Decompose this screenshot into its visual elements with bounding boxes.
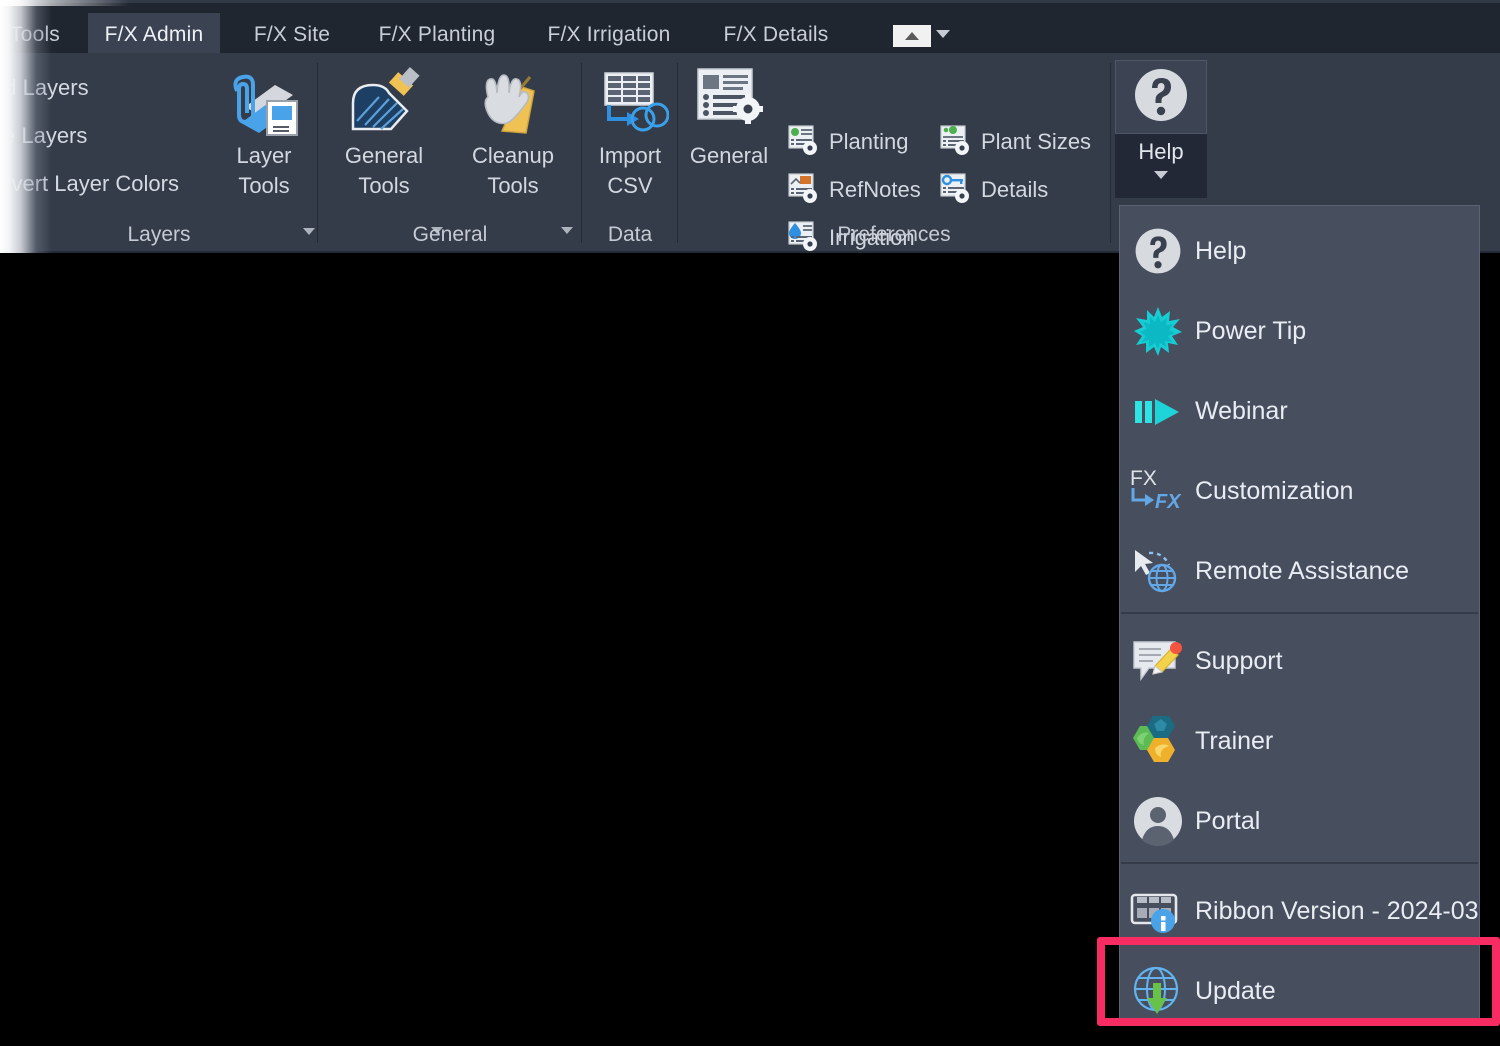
tab-fx-details[interactable]: F/X Details bbox=[706, 13, 846, 56]
menu-item-support[interactable]: Support bbox=[1121, 621, 1478, 701]
button-label: Cleanup Tools bbox=[472, 143, 554, 198]
tab-label: F/X Site bbox=[253, 22, 331, 46]
fx-customization-icon: FX FX bbox=[1121, 466, 1195, 516]
panel-title: General bbox=[412, 223, 488, 246]
menu-item-power-tip[interactable]: Power Tip bbox=[1121, 291, 1478, 371]
button-label: RefNotes bbox=[829, 177, 921, 202]
panel-preferences: General Planting Plant Sizes RefNotes De… bbox=[678, 53, 1110, 253]
plant-sizes-prefs-icon bbox=[938, 123, 972, 162]
help-button-label-area[interactable]: Help bbox=[1115, 134, 1207, 198]
panel-title: Layers bbox=[127, 223, 191, 246]
menu-item-label: Ribbon Version - 2024-03 bbox=[1195, 896, 1479, 925]
menu-item-remote-assistance[interactable]: Remote Assistance bbox=[1121, 531, 1478, 611]
menu-item-customization[interactable]: FX FX Customization bbox=[1121, 451, 1478, 531]
triangle-up-icon bbox=[905, 32, 919, 40]
button-layer-tools[interactable]: Layer Tools bbox=[216, 61, 312, 201]
svg-text:FX: FX bbox=[1155, 491, 1182, 513]
panel-layers: ad Layers ve Layers onvert Layer Colors … bbox=[0, 53, 318, 253]
question-mark-circle-icon bbox=[1132, 66, 1190, 129]
webinar-play-icon bbox=[1121, 386, 1195, 436]
import-csv-icon bbox=[582, 61, 678, 137]
details-prefs-icon bbox=[938, 171, 972, 210]
cleanup-tools-icon bbox=[465, 61, 561, 137]
help-dropdown-menu: Help Power Tip Webinar FX FX Customizati… bbox=[1119, 205, 1480, 1023]
button-label: Plant Sizes bbox=[981, 129, 1092, 154]
menu-item-label: Power Tip bbox=[1195, 316, 1307, 345]
tab-label: Tools bbox=[9, 22, 61, 46]
trainer-hexagons-icon bbox=[1121, 716, 1195, 766]
menu-item-label: Customization bbox=[1195, 476, 1354, 505]
panel-title: Preferences bbox=[837, 223, 951, 246]
menu-item-webinar[interactable]: Webinar bbox=[1121, 371, 1478, 451]
button-label: General Tools bbox=[344, 143, 424, 198]
menu-item-label: Help bbox=[1195, 236, 1247, 265]
help-split-button[interactable]: Help bbox=[1115, 60, 1207, 198]
tab-label: F/X Planting bbox=[378, 22, 496, 46]
menu-separator bbox=[1121, 862, 1478, 864]
button-label: Details bbox=[981, 177, 1049, 202]
panel-data: Import CSV Data bbox=[582, 53, 678, 253]
button-cleanup-tools[interactable]: Cleanup Tools bbox=[465, 61, 561, 201]
panel-title: Data bbox=[607, 223, 653, 246]
general-preferences-icon bbox=[681, 61, 777, 137]
button-refnotes-preferences[interactable]: RefNotes bbox=[786, 171, 921, 209]
button-label: General bbox=[689, 143, 769, 168]
panel-separator bbox=[1110, 63, 1111, 243]
help-button-icon-area[interactable] bbox=[1115, 60, 1207, 134]
button-planting-preferences[interactable]: Planting bbox=[786, 123, 909, 161]
question-mark-circle-icon bbox=[1121, 226, 1195, 276]
caret-down-icon bbox=[1154, 171, 1168, 179]
ribbon-version-info-icon bbox=[1121, 886, 1195, 936]
button-general-preferences[interactable]: General bbox=[681, 61, 777, 171]
tab-tools[interactable]: Tools bbox=[0, 13, 76, 56]
menu-separator bbox=[1121, 612, 1478, 614]
menu-item-label: Remote Assistance bbox=[1195, 556, 1409, 585]
update-highlight-box bbox=[1097, 937, 1500, 1026]
layer-list-item-convert-layer-colors[interactable]: onvert Layer Colors bbox=[0, 171, 179, 197]
tab-fx-site[interactable]: F/X Site bbox=[236, 13, 348, 56]
tab-fx-irrigation[interactable]: F/X Irrigation bbox=[526, 13, 692, 56]
ribbon-minimize-button[interactable] bbox=[893, 25, 931, 47]
button-import-csv[interactable]: Import CSV bbox=[582, 61, 678, 201]
menu-item-help[interactable]: Help bbox=[1121, 211, 1478, 291]
portal-user-icon bbox=[1121, 796, 1195, 846]
remote-assistance-icon bbox=[1121, 546, 1195, 596]
button-general-tools[interactable]: General Tools bbox=[336, 61, 432, 201]
tab-label: F/X Admin bbox=[104, 22, 204, 46]
power-tip-burst-icon bbox=[1121, 306, 1195, 356]
tab-label: F/X Irrigation bbox=[547, 22, 671, 46]
button-details-preferences[interactable]: Details bbox=[938, 171, 1048, 209]
support-note-pencil-icon bbox=[1121, 636, 1195, 686]
button-plant-sizes-preferences[interactable]: Plant Sizes bbox=[938, 123, 1091, 161]
panel-general: General Tools Cleanup Tools General bbox=[318, 53, 582, 253]
layer-tools-icon bbox=[216, 61, 312, 137]
help-button-label: Help bbox=[1138, 139, 1184, 164]
ribbon-tab-bar: Tools F/X Admin F/X Site F/X Planting F/… bbox=[0, 0, 1500, 56]
tab-fx-planting[interactable]: F/X Planting bbox=[362, 13, 512, 56]
planting-prefs-icon bbox=[786, 123, 820, 162]
general-tools-icon bbox=[336, 61, 432, 137]
layer-list-item-save-layers[interactable]: ve Layers bbox=[0, 123, 87, 149]
menu-item-label: Webinar bbox=[1195, 396, 1288, 425]
menu-item-trainer[interactable]: Trainer bbox=[1121, 701, 1478, 781]
layer-list-item-load-layers[interactable]: ad Layers bbox=[0, 75, 89, 101]
tab-label: F/X Details bbox=[723, 22, 829, 46]
tab-fx-admin[interactable]: F/X Admin bbox=[88, 13, 220, 56]
button-label: Import CSV bbox=[598, 143, 662, 198]
menu-item-label: Support bbox=[1195, 646, 1283, 675]
svg-text:FX: FX bbox=[1130, 467, 1157, 490]
menu-item-label: Trainer bbox=[1195, 726, 1274, 755]
chevron-down-icon[interactable] bbox=[936, 30, 950, 38]
refnotes-prefs-icon bbox=[786, 171, 820, 210]
button-label: Layer Tools bbox=[236, 143, 292, 198]
menu-item-label: Portal bbox=[1195, 806, 1261, 835]
menu-item-portal[interactable]: Portal bbox=[1121, 781, 1478, 861]
button-label: Planting bbox=[829, 129, 909, 154]
top-edge-fade bbox=[0, 0, 130, 6]
